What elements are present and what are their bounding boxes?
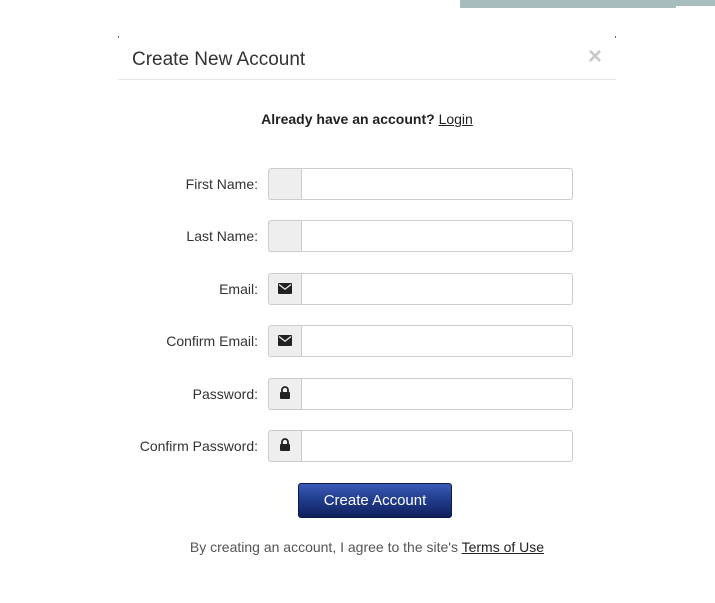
password-label: Password:: [192, 386, 258, 402]
password-input[interactable]: [301, 378, 573, 410]
create-account-modal: Create New Account × Already have an acc…: [118, 36, 616, 603]
create-account-button[interactable]: Create Account: [298, 483, 452, 518]
form-row-first-name: First Name:: [118, 168, 616, 200]
first-name-input[interactable]: [301, 168, 573, 200]
login-link[interactable]: Login: [439, 111, 473, 127]
form-row-email: Email:: [118, 273, 616, 305]
background-header-notch: [676, 6, 715, 8]
email-addon: [268, 273, 301, 305]
last-name-input[interactable]: [301, 220, 573, 252]
envelope-icon: [278, 283, 292, 294]
form-row-password: Password:: [118, 378, 616, 410]
terms-notice: By creating an account, I agree to the s…: [118, 539, 616, 555]
confirm-password-input[interactable]: [301, 430, 573, 462]
confirm-email-input[interactable]: [301, 325, 573, 357]
modal-header: Create New Account ×: [118, 36, 616, 80]
modal-title: Create New Account: [132, 49, 306, 70]
confirm-password-addon: [268, 430, 301, 462]
lock-icon: [280, 386, 290, 399]
last-name-addon: [268, 220, 301, 252]
login-prompt-text: Already have an account?: [261, 111, 435, 127]
form-row-last-name: Last Name:: [118, 220, 616, 252]
first-name-label: First Name:: [185, 176, 258, 192]
form-row-confirm-password: Confirm Password:: [118, 430, 616, 462]
confirm-password-label: Confirm Password:: [139, 438, 258, 454]
password-addon: [268, 378, 301, 410]
last-name-label: Last Name:: [186, 228, 258, 244]
terms-text: By creating an account, I agree to the s…: [189, 539, 458, 555]
email-label: Email:: [219, 281, 258, 297]
form-row-confirm-email: Confirm Email:: [118, 325, 616, 357]
lock-icon: [280, 438, 290, 451]
envelope-icon: [278, 335, 292, 346]
first-name-addon: [268, 168, 301, 200]
email-input[interactable]: [301, 273, 573, 305]
terms-of-use-link[interactable]: Terms of Use: [462, 539, 544, 555]
close-icon[interactable]: ×: [588, 44, 602, 70]
confirm-email-label: Confirm Email:: [166, 333, 258, 349]
confirm-email-addon: [268, 325, 301, 357]
login-prompt: Already have an account? Login: [118, 110, 616, 128]
